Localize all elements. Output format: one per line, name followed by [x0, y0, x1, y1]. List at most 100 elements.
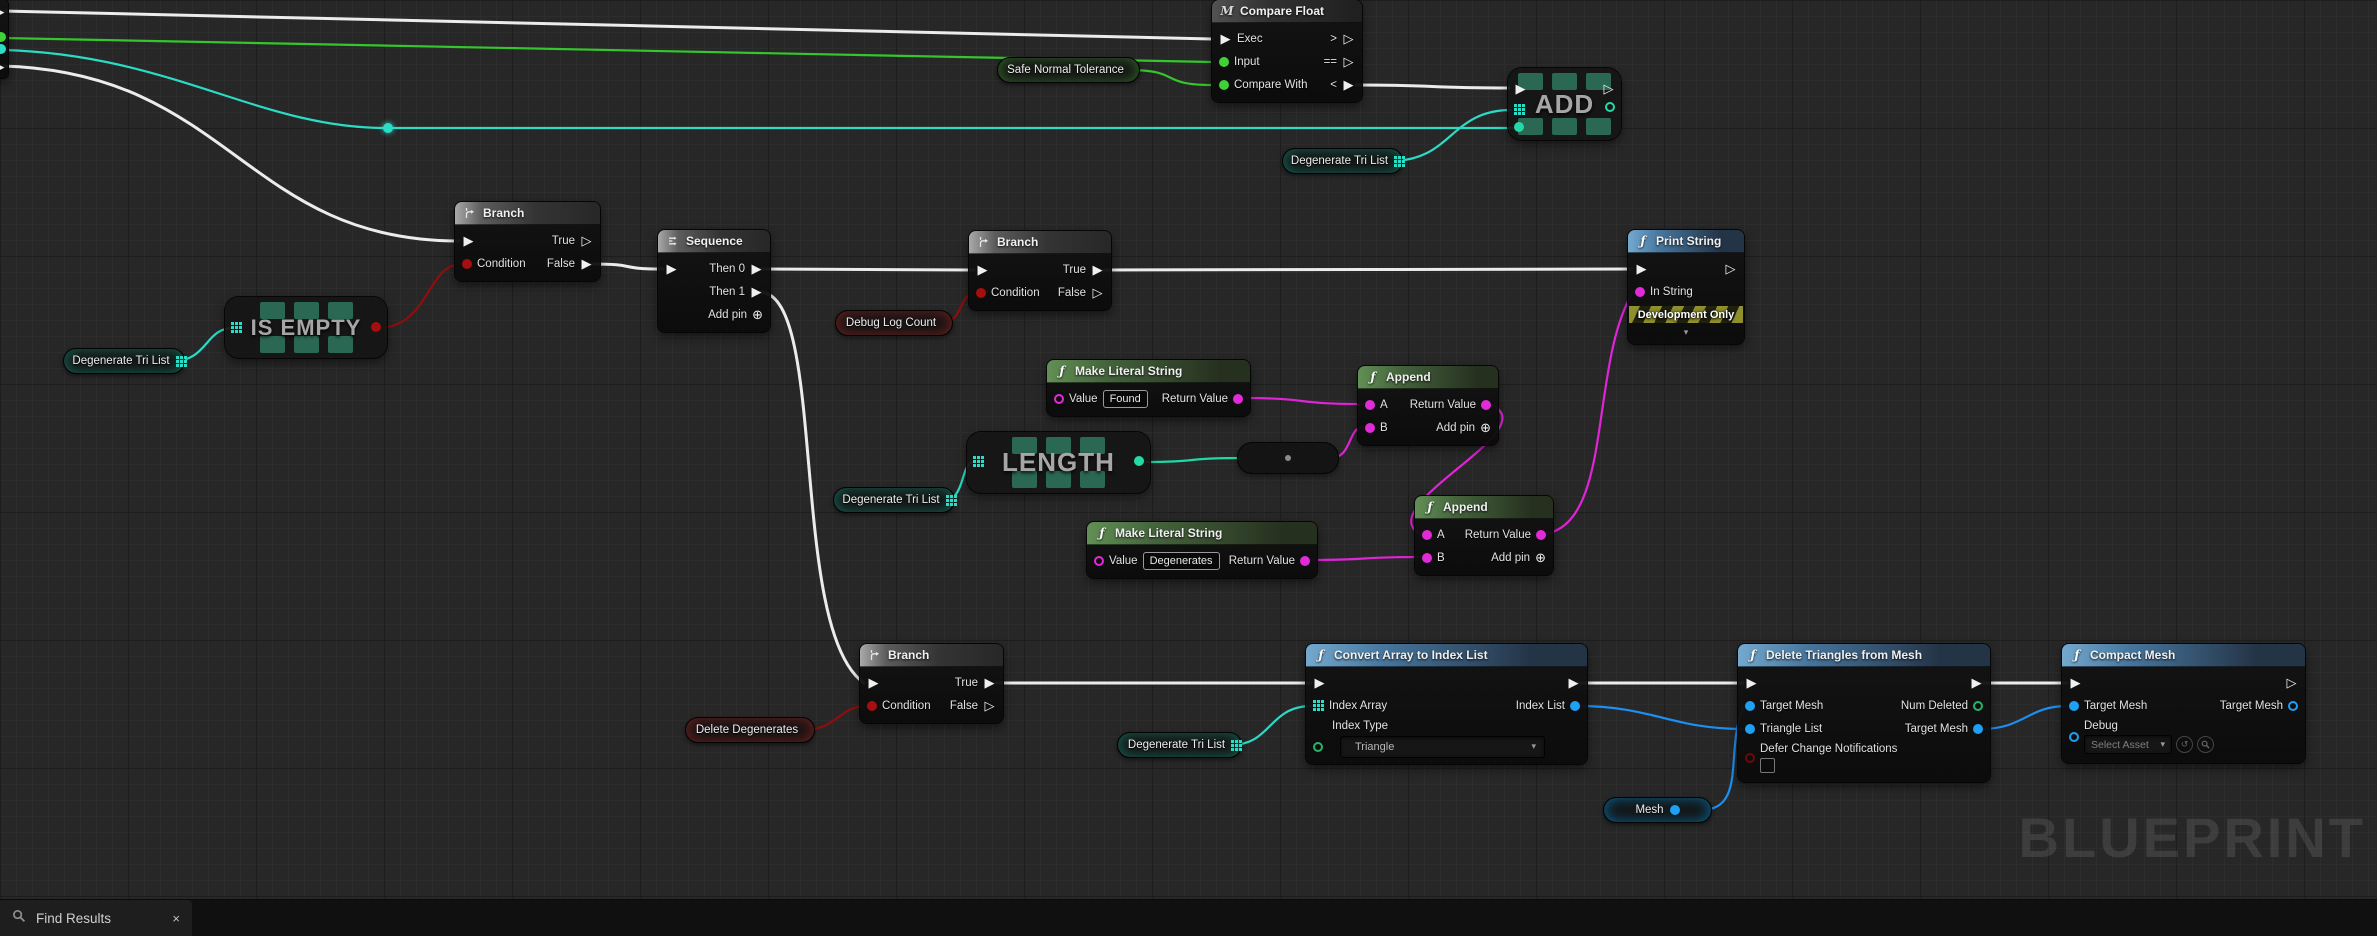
int-pin[interactable]	[1244, 453, 1254, 463]
convert-array-to-index-list-dropdown[interactable]: Triangle ▾	[1340, 735, 1545, 758]
bool-pin[interactable]	[462, 258, 472, 269]
object-pin[interactable]	[1570, 700, 1580, 711]
exec-pin[interactable]: ▷	[580, 234, 593, 247]
find-results-tab[interactable]: Find Results ×	[0, 900, 192, 936]
array-grid-pin[interactable]	[1313, 700, 1324, 711]
sequence-node[interactable]: Sequence ▶ Then 0 ▶ Then 1 ▶ Add pin ⊕	[658, 230, 770, 332]
exec-pin[interactable]: ▶	[1342, 78, 1355, 91]
compact-mesh-node[interactable]: ƒ Compact Mesh ▶ ▷ Target Mesh Target Mesh Deb…	[2062, 644, 2305, 763]
exec-pin[interactable]: ▷	[1091, 286, 1104, 299]
debug-log-count-variable-pill[interactable]: Debug Log Count	[835, 310, 953, 336]
string-pin[interactable]	[1536, 529, 1546, 540]
to-string-conversion-node[interactable]	[1238, 443, 1338, 473]
array-pin[interactable]	[0, 44, 6, 54]
exec-pin[interactable]: ▶	[1313, 676, 1326, 689]
add-pin-button[interactable]: ⊕	[752, 308, 763, 321]
length-node[interactable]: LENGTH	[967, 432, 1150, 493]
exec-pin[interactable]: ▶	[1745, 676, 1758, 689]
compare-float-node[interactable]: M Compare Float ▶ Exec > ▷ Input == ▷ Compare Wit…	[1212, 0, 1362, 102]
reroute-pin[interactable]	[383, 123, 393, 133]
exec-pin[interactable]: ▶	[867, 676, 880, 689]
string-pin[interactable]	[1300, 555, 1310, 566]
offscreen-edge-node[interactable]: ▶▶	[0, 0, 8, 78]
int-pin[interactable]	[1134, 456, 1144, 466]
array-grid-pin[interactable]	[1514, 104, 1525, 115]
exec-pin[interactable]: ▶	[976, 263, 989, 276]
append-1-node[interactable]: ƒ Append A Return Value B Add pin ⊕	[1358, 366, 1498, 445]
exec-pin[interactable]: ▷	[1724, 262, 1737, 275]
bool-pin[interactable]	[371, 322, 381, 332]
object-pin[interactable]	[1973, 723, 1983, 734]
string-pin[interactable]	[1233, 393, 1243, 404]
array-grid-pin[interactable]	[231, 322, 242, 333]
enum-pin[interactable]	[1973, 700, 1983, 711]
branch-3-node[interactable]: Branch ▶ True ▶ Condition False ▷	[860, 644, 1003, 723]
exec-pin[interactable]: ▷	[983, 699, 996, 712]
string-value-input[interactable]: Degenerates	[1142, 551, 1220, 570]
exec-pin[interactable]: ▶	[1514, 82, 1527, 95]
make-literal-string-2-node[interactable]: ƒ Make Literal String Value Degenerates Retu…	[1087, 522, 1317, 578]
string-pin[interactable]	[1422, 552, 1432, 563]
exec-pin[interactable]: ▶	[1635, 262, 1648, 275]
append-2-node[interactable]: ƒ Append A Return Value B Add pin ⊕	[1415, 496, 1553, 575]
string-pin[interactable]	[1322, 453, 1332, 463]
exec-pin[interactable]: ▶	[2069, 676, 2082, 689]
delete-degenerates-variable-pill[interactable]: Delete Degenerates	[685, 717, 815, 743]
print-string-node[interactable]: ƒ Print String ▶ ▷ In String Development Only…	[1628, 230, 1744, 344]
int-pin[interactable]	[1605, 102, 1615, 112]
exec-pin[interactable]: ▷	[1342, 32, 1355, 45]
branch-2-node[interactable]: Branch ▶ True ▶ Condition False ▷	[969, 231, 1111, 310]
string-pin[interactable]	[1054, 393, 1064, 404]
exec-pin[interactable]: ▶	[462, 234, 475, 247]
dark_bool-pin[interactable]	[1745, 753, 1755, 763]
add-pin-button[interactable]: ⊕	[1535, 551, 1546, 564]
bool-pin[interactable]	[976, 287, 986, 298]
object-pin[interactable]	[1745, 700, 1755, 711]
array-grid-pin[interactable]	[973, 456, 984, 467]
exec-pin[interactable]: ▶	[1091, 263, 1104, 276]
expand-node-chevron-icon[interactable]: ▾	[1628, 326, 1744, 338]
int-pin[interactable]	[1514, 122, 1524, 132]
is-empty-node[interactable]: IS EMPTY	[225, 297, 387, 358]
blueprint-graph-canvas[interactable]: ▶▶MCompare Float▶Exec>▷Input==▷Compare W…	[0, 0, 2377, 936]
revert-icon[interactable]: ↺	[2176, 736, 2193, 753]
string-pin[interactable]	[1094, 555, 1104, 566]
string-pin[interactable]	[1481, 399, 1491, 410]
string-pin[interactable]	[1365, 422, 1375, 433]
compact-mesh-dropdown[interactable]: Select Asset ▾	[2084, 735, 2172, 754]
string-pin[interactable]	[1365, 399, 1375, 410]
bool-pin[interactable]	[867, 700, 877, 711]
degenerate-tri-list-top-variable-pill[interactable]: Degenerate Tri List	[1282, 148, 1403, 174]
exec-pin[interactable]: ▶	[1219, 32, 1232, 45]
float-pin[interactable]	[0, 32, 6, 42]
add-node[interactable]: ADD ▶ ▷	[1508, 68, 1621, 140]
exec-pin[interactable]: ▷	[1602, 82, 1615, 95]
exec-pin[interactable]: ▷	[2285, 676, 2298, 689]
string-pin[interactable]	[1422, 529, 1432, 540]
delete-triangles-from-mesh-checkbox[interactable]	[1760, 758, 1775, 773]
delete-triangles-from-mesh-node[interactable]: ƒ Delete Triangles from Mesh ▶ ▶ Target Mesh…	[1738, 644, 1990, 782]
degenerate-tri-list-left-variable-pill[interactable]: Degenerate Tri List	[63, 348, 185, 374]
exec-pin[interactable]: ▶	[983, 676, 996, 689]
exec-pin[interactable]: ▶	[750, 262, 763, 275]
object-pin[interactable]	[1745, 723, 1755, 734]
make-literal-string-1-node[interactable]: ƒ Make Literal String Value Found Return Val…	[1047, 360, 1250, 416]
branch-1-node[interactable]: Branch ▶ True ▷ Condition False ▶	[455, 202, 600, 281]
exec-pin[interactable]: ▷	[1342, 55, 1355, 68]
mesh-variable-pill[interactable]: Mesh	[1603, 797, 1712, 823]
object-pin[interactable]	[2288, 700, 2298, 711]
object-pin[interactable]	[1669, 805, 1680, 815]
degenerate-tri-list-bottom-variable-pill[interactable]: Degenerate Tri List	[1117, 732, 1242, 758]
string-value-input[interactable]: Found	[1102, 389, 1148, 408]
close-icon[interactable]: ×	[172, 911, 180, 926]
exec-pin[interactable]: ▶	[1567, 676, 1580, 689]
degenerate-tri-list-mid-variable-pill[interactable]: Degenerate Tri List	[833, 487, 955, 513]
exec-pin[interactable]: ▶	[1970, 676, 1983, 689]
float-pin[interactable]	[1219, 56, 1229, 67]
float-pin[interactable]	[1219, 79, 1229, 90]
enum-pin[interactable]	[1313, 741, 1323, 752]
safe-normal-tolerance-variable-pill[interactable]: Safe Normal Tolerance	[997, 57, 1140, 83]
object-pin[interactable]	[2069, 732, 2079, 742]
exec-pin[interactable]: ▶	[580, 257, 593, 270]
exec-pin[interactable]: ▶	[750, 285, 763, 298]
